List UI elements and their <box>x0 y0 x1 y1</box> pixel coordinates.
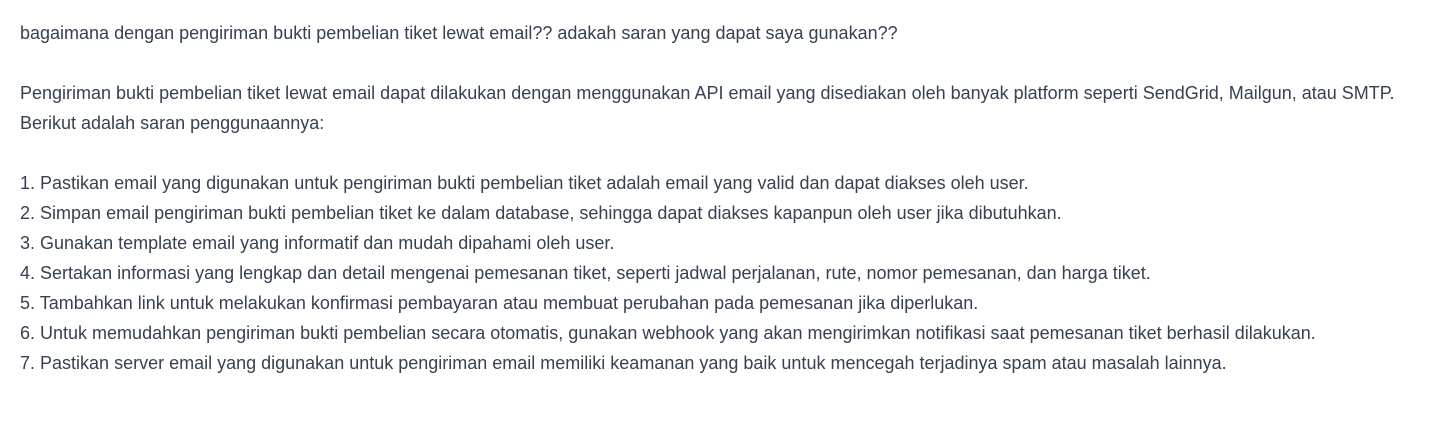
list-item-number: 1. <box>20 173 36 193</box>
list-item: 1. Pastikan email yang digunakan untuk p… <box>20 168 1430 198</box>
list-item-number: 7. <box>20 353 36 373</box>
list-item-text: Pastikan email yang digunakan untuk peng… <box>40 173 1029 193</box>
chat-transcript: bagaimana dengan pengiriman bukti pembel… <box>0 0 1447 425</box>
list-item: 7. Pastikan server email yang digunakan … <box>20 348 1430 378</box>
list-item-number: 2. <box>20 203 36 223</box>
list-item-text: Tambahkan link untuk melakukan konfirmas… <box>39 293 979 313</box>
list-item-number: 3. <box>20 233 36 253</box>
user-message: bagaimana dengan pengiriman bukti pembel… <box>20 23 898 43</box>
list-item-number: 5. <box>20 293 36 313</box>
list-item-text: Sertakan informasi yang lengkap dan deta… <box>40 263 1151 283</box>
list-item-text: Untuk memudahkan pengiriman bukti pembel… <box>40 323 1316 343</box>
assistant-intro: Pengiriman bukti pembelian tiket lewat e… <box>20 83 1395 133</box>
suggestion-list: 1. Pastikan email yang digunakan untuk p… <box>20 168 1430 378</box>
list-item-text: Pastikan server email yang digunakan unt… <box>40 353 1227 373</box>
list-item-number: 6. <box>20 323 36 343</box>
list-item: 2. Simpan email pengiriman bukti pembeli… <box>20 198 1430 228</box>
list-item: 3. Gunakan template email yang informati… <box>20 228 1430 258</box>
list-item-text: Simpan email pengiriman bukti pembelian … <box>40 203 1062 223</box>
list-item-text: Gunakan template email yang informatif d… <box>40 233 615 253</box>
list-item: 5. Tambahkan link untuk melakukan konfir… <box>20 288 1430 318</box>
list-item: 6. Untuk memudahkan pengiriman bukti pem… <box>20 318 1430 348</box>
list-item: 4. Sertakan informasi yang lengkap dan d… <box>20 258 1430 288</box>
list-item-number: 4. <box>20 263 36 283</box>
